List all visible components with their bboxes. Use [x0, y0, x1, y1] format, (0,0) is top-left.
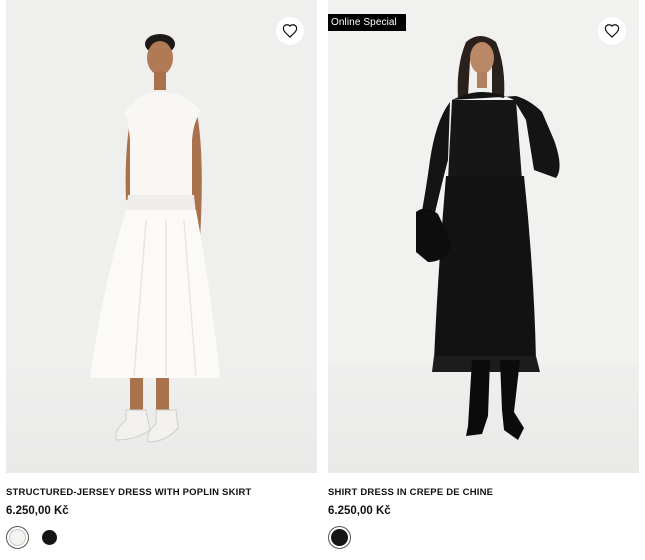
product-image[interactable]: Online Special: [328, 0, 639, 473]
color-swatch-black[interactable]: [38, 526, 61, 549]
heart-icon: [282, 24, 298, 38]
product-price: 6.250,00 Kč: [328, 505, 391, 517]
color-swatch-black[interactable]: [328, 526, 351, 549]
add-to-wishlist-button[interactable]: [598, 17, 626, 45]
model-in-black-dress-image: [416, 36, 560, 440]
product-name[interactable]: STRUCTURED-JERSEY DRESS WITH POPLIN SKIR…: [6, 487, 252, 498]
online-special-badge: Online Special: [328, 14, 406, 31]
product-card[interactable]: Online Special SHIRT DRESS IN CREPE DE C…: [328, 0, 639, 549]
model-in-white-dress-image: [90, 34, 220, 443]
product-grid: STRUCTURED-JERSEY DRESS WITH POPLIN SKIR…: [0, 0, 645, 560]
color-swatch-white[interactable]: [6, 526, 29, 549]
product-price: 6.250,00 Kč: [6, 505, 69, 517]
swatch-dot: [42, 530, 57, 545]
swatch-dot: [9, 529, 26, 546]
color-swatches: [328, 526, 351, 549]
product-card[interactable]: STRUCTURED-JERSEY DRESS WITH POPLIN SKIR…: [6, 0, 317, 549]
product-image[interactable]: [6, 0, 317, 473]
add-to-wishlist-button[interactable]: [276, 17, 304, 45]
color-swatches: [6, 526, 61, 549]
swatch-dot: [331, 529, 348, 546]
product-name[interactable]: SHIRT DRESS IN CREPE DE CHINE: [328, 487, 493, 498]
heart-icon: [604, 24, 620, 38]
